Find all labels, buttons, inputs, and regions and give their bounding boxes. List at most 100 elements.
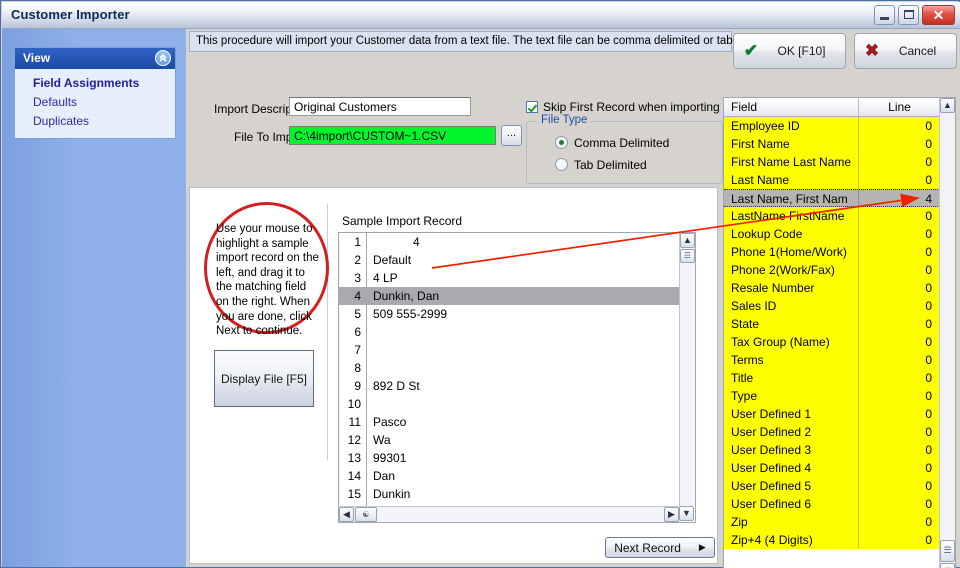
sample-row: 5 509 555-2999 — [339, 305, 680, 323]
scroll-right-icon[interactable]: ▶ — [664, 507, 679, 522]
sample-row: 34 LP — [339, 269, 680, 287]
sample-row-value[interactable]: Dunkin — [367, 485, 680, 503]
field-line: 0 — [925, 137, 932, 151]
sample-row-value[interactable]: Dunkin, Dan — [367, 287, 680, 305]
field-mapping-list[interactable]: Field Line Employee ID 0 First Name 0 Firs… — [723, 97, 956, 568]
sample-grid-vertical-scrollbar[interactable]: ▲ ☰ — [679, 233, 695, 506]
field-row-selected[interactable]: Last Name, First Nam 4 — [724, 189, 940, 207]
field-row[interactable]: User Defined 4 0 — [724, 459, 940, 477]
field-row[interactable]: User Defined 6 0 — [724, 495, 940, 513]
sidebar-item-defaults[interactable]: Defaults — [15, 93, 175, 112]
field-line: 0 — [925, 263, 932, 277]
field-list-scrollbar[interactable]: ▲ ☰ ▼ — [939, 98, 955, 568]
sample-row-value[interactable]: 509 555-2999 — [367, 305, 680, 323]
horizontal-scroll-thumb[interactable]: ☯ — [355, 507, 377, 522]
sample-row-value[interactable]: 892 D St — [367, 377, 680, 395]
sidebar-item-duplicates[interactable]: Duplicates — [15, 112, 175, 131]
skip-first-record-label: Skip First Record when importing — [543, 100, 720, 114]
sample-grid-horizontal-scrollbar[interactable]: ◀ ☯ ▶ — [339, 506, 679, 522]
skip-first-record-checkbox[interactable]: Skip First Record when importing — [526, 100, 720, 114]
radio-tab-delimited[interactable]: Tab Delimited — [555, 158, 647, 172]
sidebar-header-label: View — [23, 51, 51, 65]
next-record-button[interactable]: Next Record ▶ — [605, 537, 715, 558]
chevron-up-icon[interactable] — [155, 50, 171, 66]
field-line: 0 — [925, 317, 932, 331]
field-row[interactable]: Tax Group (Name) 0 — [724, 333, 940, 351]
import-description-input[interactable]: Original Customers — [289, 97, 471, 116]
field-list-scroll-thumb[interactable]: ☰ — [940, 540, 955, 562]
minimize-button[interactable] — [874, 5, 895, 25]
sample-row-value[interactable]: 4 LP — [367, 269, 680, 287]
field-row[interactable]: Phone 1(Home/Work) 0 — [724, 243, 940, 261]
field-line: 0 — [925, 245, 932, 259]
field-line: 0 — [925, 479, 932, 493]
field-row[interactable]: Zip+4 (4 Digits) 0 — [724, 531, 940, 549]
column-header-field: Field — [724, 98, 859, 116]
file-type-group-label: File Type — [537, 114, 592, 126]
field-row[interactable]: Type 0 — [724, 387, 940, 405]
maximize-icon — [904, 10, 914, 19]
sample-row-value[interactable] — [367, 341, 680, 359]
field-row[interactable]: State 0 — [724, 315, 940, 333]
field-row[interactable]: LastName FirstName 0 — [724, 207, 940, 225]
field-line: 0 — [925, 497, 932, 511]
ok-button[interactable]: ✔ OK [F10] — [733, 33, 846, 69]
field-row[interactable]: Lookup Code 0 — [724, 225, 940, 243]
field-line: 0 — [925, 227, 932, 241]
field-row[interactable]: First Name 0 — [724, 135, 940, 153]
sidebar-items: Field Assignments Defaults Duplicates — [15, 69, 175, 138]
sample-row-value[interactable] — [367, 323, 680, 341]
sample-row-value[interactable]: Wa — [367, 431, 680, 449]
instruction-banner: This procedure will import your Customer… — [189, 31, 785, 52]
field-row[interactable]: User Defined 1 0 — [724, 405, 940, 423]
window-title: Customer Importer — [11, 7, 130, 22]
field-row[interactable]: Phone 2(Work/Fax) 0 — [724, 261, 940, 279]
vertical-scroll-thumb[interactable]: ☰ — [680, 249, 695, 263]
field-row[interactable]: User Defined 5 0 — [724, 477, 940, 495]
field-name: Phone 1(Home/Work) — [724, 243, 859, 261]
sample-row-value[interactable] — [367, 395, 680, 413]
maximize-button[interactable] — [898, 5, 919, 25]
radio-comma-delimited[interactable]: Comma Delimited — [555, 136, 669, 150]
sample-row: 9 892 D St — [339, 377, 680, 395]
field-row[interactable]: User Defined 3 0 — [724, 441, 940, 459]
sample-row-value[interactable] — [367, 359, 680, 377]
field-row[interactable]: Terms 0 — [724, 351, 940, 369]
field-name: User Defined 5 — [724, 477, 859, 495]
sample-row-value[interactable]: 99301 — [367, 449, 680, 467]
sample-row-value[interactable]: Default — [367, 251, 680, 269]
scroll-up-icon[interactable]: ▲ — [940, 98, 955, 113]
field-row[interactable]: User Defined 2 0 — [724, 423, 940, 441]
file-type-group: File Type Comma Delimited Tab Delimited — [526, 114, 723, 184]
field-name: Resale Number — [724, 279, 859, 297]
sample-row-number: 13 — [339, 449, 367, 467]
sample-import-record-grid[interactable]: 14 2 Default 34 LP 4 Dunkin, Dan 5 509 555-… — [338, 232, 696, 523]
scroll-left-icon[interactable]: ◀ — [339, 507, 354, 522]
field-name: Phone 2(Work/Fax) — [724, 261, 859, 279]
field-name: Employee ID — [724, 117, 859, 135]
field-name: First Name Last Name — [724, 153, 859, 171]
sample-row-value[interactable]: 4 — [367, 233, 680, 251]
scroll-down-icon[interactable]: ▼ — [940, 563, 955, 568]
field-row[interactable]: Employee ID 0 — [724, 117, 940, 135]
field-row[interactable]: Resale Number 0 — [724, 279, 940, 297]
minimize-icon — [880, 17, 889, 20]
sample-row-value[interactable]: Pasco — [367, 413, 680, 431]
field-row[interactable]: Title 0 — [724, 369, 940, 387]
sidebar-item-field-assignments[interactable]: Field Assignments — [15, 74, 175, 93]
field-name: Terms — [724, 351, 859, 369]
field-row[interactable]: First Name Last Name 0 — [724, 153, 940, 171]
field-list-header: Field Line — [724, 98, 940, 117]
display-file-button[interactable]: Display File [F5] — [214, 350, 314, 407]
sample-row-value[interactable]: Dan — [367, 467, 680, 485]
scroll-up-icon[interactable]: ▲ — [680, 233, 695, 248]
scroll-corner: ▼ — [679, 506, 695, 522]
scroll-down-icon[interactable]: ▼ — [679, 506, 694, 521]
field-row[interactable]: Zip 0 — [724, 513, 940, 531]
field-row[interactable]: Last Name 0 — [724, 171, 940, 189]
file-to-import-input[interactable]: C:\4import\CUSTOM~1.CSV — [289, 126, 496, 145]
cancel-button[interactable]: ✖ Cancel — [854, 33, 957, 69]
close-button[interactable]: ✕ — [922, 5, 955, 25]
field-row[interactable]: Sales ID 0 — [724, 297, 940, 315]
browse-file-button[interactable]: ... — [501, 125, 522, 146]
